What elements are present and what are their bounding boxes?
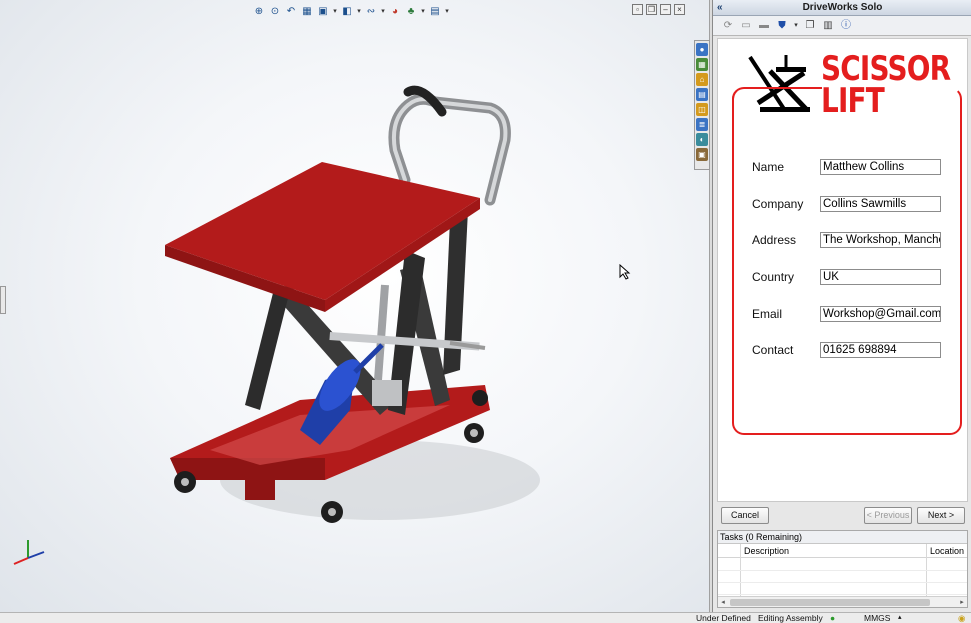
minimize-icon[interactable]: – xyxy=(660,4,671,15)
view-settings-icon[interactable]: ▤ xyxy=(428,4,442,18)
custom-properties-icon[interactable]: ≣ xyxy=(696,118,708,131)
tasks-column-headers: Description Location xyxy=(718,544,967,558)
tile-icon[interactable]: ▫ xyxy=(632,4,643,15)
restore-icon[interactable]: ❐ xyxy=(646,4,657,15)
address-field: Address The Workshop, Manches xyxy=(752,232,962,248)
shield-icon[interactable]: ⛊ xyxy=(775,19,789,33)
tasks-horizontal-scrollbar[interactable]: ◂ ▸ xyxy=(718,596,967,607)
scissor-lift-logo: SCISSOR LIFT xyxy=(821,52,951,118)
new-document-icon[interactable]: ▭ xyxy=(739,19,753,33)
dropdown-arrow-icon[interactable]: ▾ xyxy=(793,19,799,33)
address-label: Address xyxy=(752,233,797,247)
heads-up-view-toolbar: ⊕ ⊙ ↶ ▦ ▣ ▾ ◧ ▾ ∾ ▾ ◕ ♣ ▾ ▤ ▾ xyxy=(252,2,450,20)
name-field: Name Matthew Collins xyxy=(752,159,962,175)
name-label: Name xyxy=(752,160,785,174)
location-column-header[interactable]: Location xyxy=(930,544,964,558)
dropdown-arrow-icon[interactable]: ▾ xyxy=(332,4,338,18)
list-item xyxy=(718,571,967,583)
appearances-icon[interactable]: ◫ xyxy=(696,103,708,116)
view-orientation-icon[interactable]: ▣ xyxy=(316,4,330,18)
definition-status: Under Defined xyxy=(696,613,751,623)
company-label: Company xyxy=(752,197,804,211)
status-bar: Under Defined Editing Assembly ● MMGS ▴ … xyxy=(0,612,971,623)
form-frame-corner xyxy=(732,87,822,101)
driveworks-icon[interactable]: ◐ xyxy=(696,133,708,146)
cancel-button[interactable]: Cancel xyxy=(721,507,769,524)
tasks-list xyxy=(718,559,967,595)
graphics-area[interactable]: ⊕ ⊙ ↶ ▦ ▣ ▾ ◧ ▾ ∾ ▾ ◕ ♣ ▾ ▤ ▾ ▫ ❐ – × xyxy=(0,0,710,612)
address-input[interactable]: The Workshop, Manches xyxy=(820,232,941,248)
dropdown-arrow-icon[interactable]: ▾ xyxy=(444,4,450,18)
settings-icon[interactable]: ▥ xyxy=(821,19,835,33)
units-dropdown-icon[interactable]: ▴ xyxy=(898,613,902,623)
tasks-panel: Tasks (0 Remaining) Description Location… xyxy=(717,530,968,608)
collapse-pane-icon[interactable]: « xyxy=(717,0,723,16)
zoom-area-icon[interactable]: ⊙ xyxy=(268,4,282,18)
edit-mode-status: Editing Assembly xyxy=(758,613,823,623)
scroll-left-icon[interactable]: ◂ xyxy=(718,597,728,608)
country-label: Country xyxy=(752,270,795,284)
previous-view-icon[interactable]: ↶ xyxy=(284,4,298,18)
contact-label: Contact xyxy=(752,343,794,357)
dropdown-arrow-icon[interactable]: ▾ xyxy=(380,4,386,18)
next-button[interactable]: Next > xyxy=(917,507,965,524)
tasks-header: Tasks (0 Remaining) xyxy=(718,531,967,544)
dropdown-arrow-icon[interactable]: ▾ xyxy=(356,4,362,18)
task-pane-tabs: ● ▦ ⌂ ▤ ◫ ≣ ◐ ▣ xyxy=(694,40,710,170)
contact-input[interactable]: 01625 698894 xyxy=(820,342,941,358)
save-icon[interactable]: ▬ xyxy=(757,19,771,33)
form-frame xyxy=(732,87,962,435)
window-controls: ▫ ❐ – × xyxy=(632,4,685,15)
edit-appearance-icon[interactable]: ◕ xyxy=(388,4,402,18)
list-item xyxy=(718,583,967,595)
name-input[interactable]: Matthew Collins xyxy=(820,159,941,175)
email-field: Email Workshop@Gmail.com xyxy=(752,306,962,322)
scissor-lift-model[interactable] xyxy=(150,80,540,540)
logo-line-2: LIFT xyxy=(821,81,885,121)
hide-show-icon[interactable]: ∾ xyxy=(364,4,378,18)
pane-title-text: DriveWorks Solo xyxy=(802,2,883,13)
previous-button[interactable]: < Previous xyxy=(864,507,912,524)
file-explorer-icon[interactable]: ⌂ xyxy=(696,73,708,86)
reference-triad-icon xyxy=(13,540,45,565)
driveworks-task-pane: « DriveWorks Solo ⟳ ▭ ▬ ⛊ ▾ ❐ ▥ ⓘ SCISSO… xyxy=(712,0,971,612)
design-library-icon[interactable]: ▦ xyxy=(696,58,708,71)
company-field: Company Collins Sawmills xyxy=(752,196,962,212)
photoview-icon[interactable]: ▣ xyxy=(696,148,708,161)
view-palette-icon[interactable]: ▤ xyxy=(696,88,708,101)
refresh-icon[interactable]: ⟳ xyxy=(721,19,735,33)
specification-form: SCISSOR LIFT Name Matthew Collins Compan… xyxy=(717,38,968,502)
country-field: Country UK xyxy=(752,269,962,285)
notification-icon[interactable]: ◉ xyxy=(958,613,965,623)
country-input[interactable]: UK xyxy=(820,269,941,285)
scroll-right-icon[interactable]: ▸ xyxy=(957,597,967,608)
navigation-row: Cancel < Previous Next > xyxy=(717,505,968,527)
pane-title: « DriveWorks Solo xyxy=(713,0,971,16)
email-label: Email xyxy=(752,307,783,321)
dropdown-arrow-icon[interactable]: ▾ xyxy=(420,4,426,18)
section-view-icon[interactable]: ▦ xyxy=(300,4,314,18)
contact-field: Contact 01625 698894 xyxy=(752,342,962,358)
mouse-cursor-icon xyxy=(619,264,631,280)
zoom-to-fit-icon[interactable]: ⊕ xyxy=(252,4,266,18)
resources-icon[interactable]: ● xyxy=(696,43,708,56)
display-style-icon[interactable]: ◧ xyxy=(340,4,354,18)
help-icon[interactable]: ⓘ xyxy=(839,19,853,33)
description-column-header[interactable]: Description xyxy=(744,544,789,558)
pane-toolbar: ⟳ ▭ ▬ ⛊ ▾ ❐ ▥ ⓘ xyxy=(713,16,971,36)
apply-scene-icon[interactable]: ♣ xyxy=(404,4,418,18)
email-input[interactable]: Workshop@Gmail.com xyxy=(820,306,941,322)
company-input[interactable]: Collins Sawmills xyxy=(820,196,941,212)
rebuild-status-icon: ● xyxy=(830,613,836,623)
list-item xyxy=(718,559,967,571)
scroll-thumb[interactable] xyxy=(730,599,930,606)
feature-manager-splitter[interactable] xyxy=(0,286,6,314)
units-status[interactable]: MMGS xyxy=(864,613,890,623)
copy-icon[interactable]: ❐ xyxy=(803,19,817,33)
close-icon[interactable]: × xyxy=(674,4,685,15)
